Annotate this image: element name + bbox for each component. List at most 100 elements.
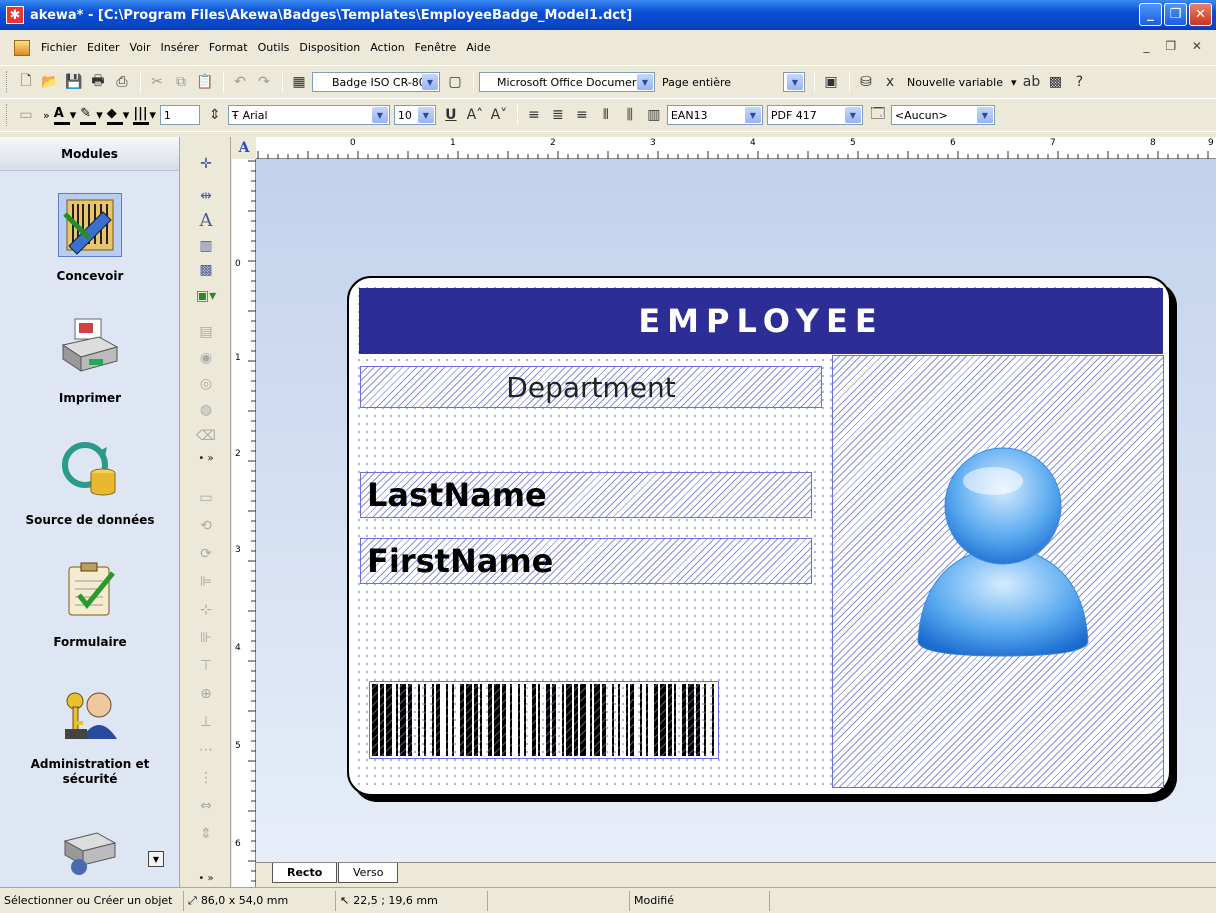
pattern-icon[interactable]: ▩ (1045, 71, 1067, 93)
menu-editer[interactable]: Editer (82, 41, 125, 54)
image-tool-icon[interactable]: ▣▾ (194, 285, 218, 307)
space-horizontal-icon[interactable]: ⋯ (194, 739, 218, 761)
line-color-button[interactable]: ✎ ▾ (80, 106, 103, 125)
line-style-button[interactable]: ||| ▾ (133, 106, 156, 125)
module-formulaire[interactable]: Formulaire (0, 559, 180, 650)
scroll-down-button[interactable]: ▼ (148, 851, 164, 867)
2d-barcode-tool-icon[interactable]: ▩ (194, 259, 218, 281)
menu-aide[interactable]: Aide (461, 41, 495, 54)
line-width-input[interactable]: 1 (159, 105, 200, 125)
open-folder-icon[interactable]: 📂 (39, 71, 61, 93)
font-name-select[interactable]: Ŧ Arial ▼ (227, 105, 390, 125)
menu-format[interactable]: Format (204, 41, 253, 54)
more-tools-icon[interactable]: • » (194, 447, 218, 469)
layer-select[interactable]: <Aucun> ▼ (890, 105, 995, 125)
rotate-right-icon[interactable]: ⟳ (194, 543, 218, 565)
save-icon[interactable]: 💾 (63, 71, 85, 93)
chevron-down-icon[interactable]: ▼ (422, 74, 438, 90)
first-name-field[interactable]: FirstName (360, 538, 812, 584)
shrink-font-icon[interactable]: A˅ (488, 104, 510, 126)
module-concevoir[interactable]: Concevoir (0, 193, 180, 284)
barcode-tool-icon[interactable]: ▥ (194, 235, 218, 257)
grid-icon[interactable]: ▦ (288, 71, 310, 93)
align-right-icon[interactable]: ⊪ (194, 627, 218, 649)
align-left-icon[interactable]: ⊫ (194, 571, 218, 593)
module-imprimer[interactable]: Imprimer (0, 315, 180, 406)
fill-color-button[interactable]: ◆ ▾ (106, 106, 129, 125)
toolbar-grip[interactable] (6, 71, 9, 93)
paste-icon[interactable]: 📋 (194, 71, 216, 93)
new-document-icon[interactable]: 🗋 (15, 71, 37, 93)
chevron-down-icon[interactable]: ▼ (637, 74, 653, 90)
align-bottom-icon[interactable]: ⊥ (194, 711, 218, 733)
text-field-icon[interactable]: ab (1021, 71, 1043, 93)
distribute-icon[interactable]: ⫴ (595, 104, 617, 126)
zoom-dropdown[interactable]: ▼ (783, 72, 805, 92)
chip-tool-icon[interactable]: ◉ (194, 347, 218, 369)
photo-placeholder[interactable] (832, 355, 1164, 788)
same-width-icon[interactable]: ⇔ (194, 795, 218, 817)
barcode-1d-select[interactable]: EAN13 ▼ (666, 105, 763, 125)
menu-fenetre[interactable]: Fenêtre (410, 41, 462, 54)
print-preview-icon[interactable]: ⎙ (111, 71, 133, 93)
redo-icon[interactable]: ↷ (253, 71, 275, 93)
ruler-corner-icon[interactable]: A (232, 137, 256, 159)
undo-icon[interactable]: ↶ (229, 71, 251, 93)
text-tool-icon[interactable]: A (194, 209, 218, 231)
layer-icon[interactable]: 🗔 (867, 104, 889, 126)
more-align-tools-icon[interactable]: • » (194, 867, 218, 889)
mdi-window-controls[interactable]: _ ❐ ✕ (1144, 39, 1208, 53)
module-source-donnees[interactable]: Source de données (0, 437, 180, 528)
space-vertical-icon[interactable]: ⋮ (194, 767, 218, 789)
copy-icon[interactable]: ⧉ (170, 71, 192, 93)
chevron-down-icon[interactable]: ▼ (417, 107, 434, 123)
badge-type-select[interactable]: Badge ISO CR-80 ▼ (312, 72, 440, 92)
zoom-select[interactable]: Page entière (659, 72, 779, 92)
font-color-button[interactable]: A ▾ (53, 106, 76, 125)
badge-header[interactable]: EMPLOYEE (359, 288, 1163, 354)
menu-action[interactable]: Action (365, 41, 409, 54)
department-field[interactable]: Department (360, 366, 822, 408)
contactless-tool-icon[interactable]: ◎ (194, 373, 218, 395)
barcode-icon[interactable]: ▥ (643, 104, 665, 126)
cut-icon[interactable]: ✂ (146, 71, 168, 93)
align-left-icon[interactable]: ≡ (523, 104, 545, 126)
group-icon[interactable]: ▭ (194, 487, 218, 509)
module-administration[interactable]: Administration et sécurité (0, 681, 180, 787)
menu-fichier[interactable]: Fichier (36, 41, 82, 54)
help-icon[interactable]: ? (1069, 71, 1091, 93)
chevron-down-icon[interactable]: ▼ (844, 107, 861, 123)
new-variable-button[interactable]: Nouvelle variable (907, 76, 1003, 89)
properties-icon[interactable]: ▣ (820, 71, 842, 93)
rectangle-icon[interactable]: ▢ (444, 71, 466, 93)
badge-card[interactable]: EMPLOYEE Department LastName FirstName (347, 276, 1171, 796)
database-icon[interactable]: ⛁ (855, 71, 877, 93)
rotate-left-icon[interactable]: ⟲ (194, 515, 218, 537)
align-vcenter-icon[interactable]: ⊕ (194, 683, 218, 705)
magstripe-tool-icon[interactable]: ▤ (194, 321, 218, 343)
menu-voir[interactable]: Voir (125, 41, 156, 54)
menu-inserer[interactable]: Insérer (156, 41, 204, 54)
workspace[interactable]: EMPLOYEE Department LastName FirstName (256, 159, 1216, 862)
grow-font-icon[interactable]: A˄ (464, 104, 486, 126)
module-more[interactable] (0, 815, 180, 879)
tab-verso[interactable]: Verso (338, 863, 399, 883)
last-name-field[interactable]: LastName (360, 472, 812, 518)
spinner-icon[interactable]: ⇕ (204, 104, 226, 126)
fingerprint-tool-icon[interactable]: ◍ (194, 399, 218, 421)
font-size-select[interactable]: 10 ▼ (393, 105, 436, 125)
align-right-icon[interactable]: ≡ (571, 104, 593, 126)
barcode-2d-select[interactable]: PDF 417 ▼ (766, 105, 863, 125)
printer-select[interactable]: Microsoft Office Documer ▼ (479, 72, 655, 92)
chevron-down-icon[interactable]: ▼ (976, 107, 993, 123)
print-icon[interactable]: 🖶 (87, 71, 109, 93)
move-tool-icon[interactable]: ⇹ (194, 185, 218, 207)
underline-icon[interactable]: U (440, 104, 462, 126)
barcode-field[interactable] (369, 681, 719, 759)
menu-outils[interactable]: Outils (253, 41, 295, 54)
justify-icon[interactable]: ⫼ (619, 104, 641, 126)
chevron-down-icon[interactable]: ▼ (744, 107, 761, 123)
select-tool-icon[interactable]: ✛ (194, 153, 218, 175)
close-button[interactable]: ✕ (1189, 3, 1212, 26)
toolbar-grip[interactable] (6, 104, 9, 126)
